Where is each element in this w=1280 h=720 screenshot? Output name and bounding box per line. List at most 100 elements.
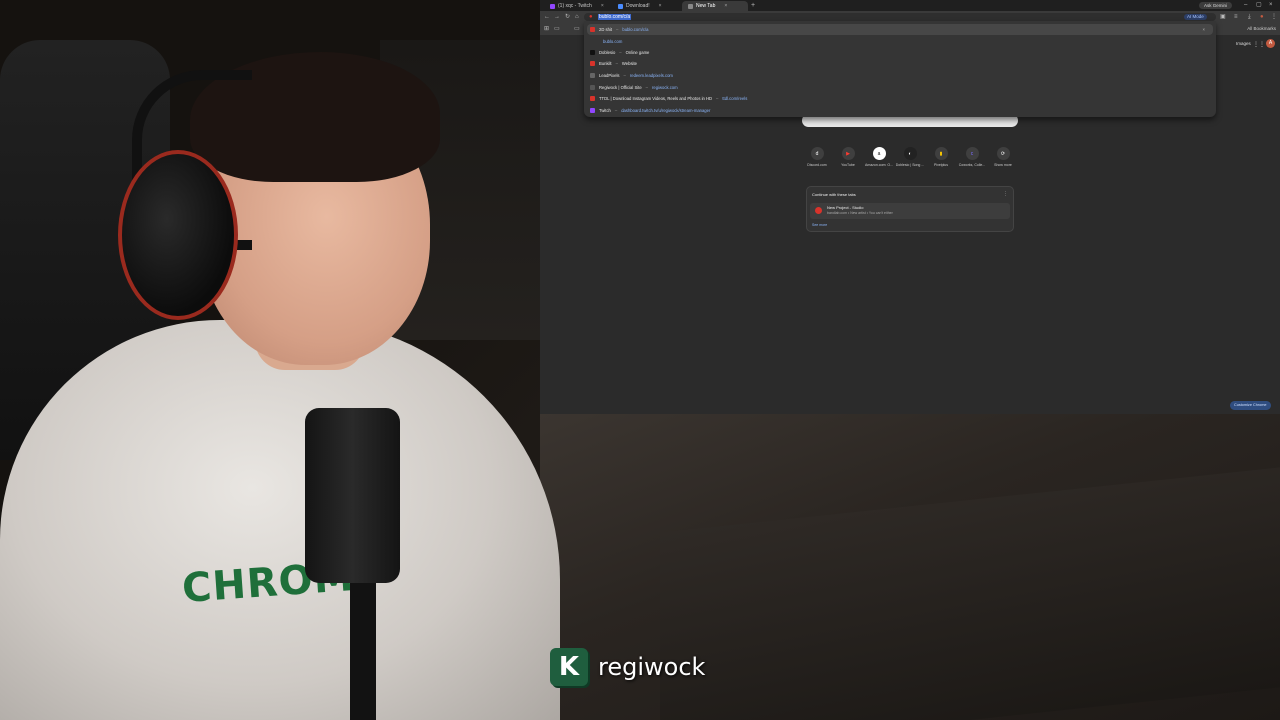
- continue-item-name: New Project - Studio: [827, 205, 864, 210]
- tab-new-tab[interactable]: New Tab ×: [682, 1, 748, 11]
- forward-icon[interactable]: →: [554, 13, 560, 21]
- close-window-icon[interactable]: ×: [1269, 1, 1273, 10]
- continue-item[interactable]: New Project - Studio bandlab.com • New a…: [810, 203, 1010, 219]
- profile-icon[interactable]: ●: [1260, 13, 1264, 21]
- mic-arm: [350, 560, 376, 720]
- suggestion-title: LeadPixels: [599, 73, 620, 78]
- suggestion-separator: –: [614, 108, 618, 113]
- close-icon[interactable]: ×: [724, 1, 727, 11]
- suggestion-row[interactable]: Twitch – dashboard.twitch.tv/u/regiwock/…: [587, 105, 1213, 116]
- suggestion-title: Twitch: [599, 108, 611, 113]
- globe-icon: [590, 73, 595, 78]
- avatar[interactable]: A: [1266, 39, 1275, 48]
- shortcut-grid: d Discord.com ▶ YouTube a Amazon.com: O.…: [802, 147, 1018, 167]
- suggestion-url: regiwock.com: [652, 85, 678, 90]
- youtube-icon: ▶: [841, 147, 855, 160]
- suggestion-row[interactable]: Doblesio – Online game: [587, 47, 1213, 58]
- menu-icon[interactable]: ⋮: [1271, 13, 1277, 21]
- see-more-link[interactable]: See more: [812, 223, 827, 227]
- maximize-icon[interactable]: ▢: [1256, 1, 1262, 10]
- suggestion-title: Bunkilt: [599, 61, 612, 66]
- shortcut-doblesio[interactable]: ◐ Doblesio | Song ...: [895, 147, 925, 167]
- customize-chrome-button[interactable]: Customize Chrome: [1230, 401, 1271, 410]
- more-options-icon[interactable]: ⋮: [1003, 191, 1008, 197]
- shortcut-label: Discord.com: [807, 163, 827, 167]
- suggestion-separator: –: [645, 85, 649, 90]
- shortcut-show-more[interactable]: ⟳ Show more: [988, 147, 1018, 167]
- home-icon[interactable]: ⌂: [575, 13, 579, 21]
- amazon-icon: a: [872, 147, 886, 160]
- discord-icon: d: [810, 147, 824, 160]
- tab-search-icon[interactable]: ≡: [1234, 13, 1238, 21]
- chrome-icon: [688, 3, 693, 9]
- shortcut-youtube[interactable]: ▶ YouTube: [833, 147, 863, 167]
- ai-mode-button[interactable]: AI Mode: [1184, 14, 1207, 20]
- folder-icon[interactable]: ▭: [574, 25, 580, 33]
- shortcut-pixelplus[interactable]: ▮ Pixelplus: [926, 147, 956, 167]
- apps-icon[interactable]: ⊞: [544, 25, 549, 33]
- suggestion-url: bublo.com/c/a: [622, 27, 649, 32]
- tab-label: New Tab: [696, 3, 716, 9]
- twitch-icon: [590, 108, 595, 113]
- suggestion-row[interactable]: bublo.com: [587, 36, 1213, 47]
- card-title: Continue with these tabs: [812, 192, 856, 197]
- suggestion-row[interactable]: 2D shit – bublo.com/c/a ×: [587, 24, 1213, 35]
- suggestion-url: ttdl.com/reels: [722, 96, 748, 101]
- back-icon[interactable]: ←: [544, 13, 550, 21]
- suggestion-row[interactable]: Regiwock | Official Site – regiwock.com: [587, 82, 1213, 93]
- shortcut-label: Doblesio | Song ...: [895, 163, 925, 167]
- suggestion-separator: –: [623, 73, 626, 78]
- shortcut-coworks[interactable]: c Coworks, Colle...: [957, 147, 987, 167]
- new-tab-button[interactable]: +: [751, 1, 755, 11]
- suggestion-separator: –: [616, 27, 619, 32]
- close-icon[interactable]: ×: [659, 1, 662, 11]
- site-icon: ◐: [903, 147, 917, 160]
- tab-label: Download!: [626, 3, 650, 9]
- shortcut-label: Pixelplus: [933, 163, 948, 167]
- all-bookmarks-button[interactable]: All Bookmarks: [1247, 26, 1276, 31]
- channel-logo: K: [550, 648, 588, 686]
- remove-suggestion-icon[interactable]: ×: [1203, 27, 1205, 32]
- suggestion-url: redeem.leadpixels.com: [629, 73, 673, 78]
- microphone: [305, 408, 400, 583]
- ask-gemini-button[interactable]: Ask Gemini: [1198, 2, 1232, 9]
- tab-twitch[interactable]: (1) xqc - Twitch ×: [544, 1, 610, 11]
- folder-icon[interactable]: ▭: [554, 25, 560, 33]
- suggestion-title: TTDL | Download Instagram Videos, Reels …: [599, 96, 713, 101]
- suggestion-row[interactable]: Bunkilt – Website: [587, 58, 1213, 69]
- expand-icon: ⟳: [996, 147, 1010, 160]
- extensions-icon[interactable]: ▣: [1220, 13, 1226, 21]
- suggestion-url: dashboard.twitch.tv/u/regiwock/stream-ma…: [621, 108, 711, 113]
- suggestion-row[interactable]: LeadPixels – redeem.leadpixels.com: [587, 70, 1213, 81]
- globe-icon: [590, 85, 595, 90]
- images-link[interactable]: Images: [1236, 41, 1251, 46]
- streamer-name: regiwock: [598, 653, 706, 681]
- globe-icon: [590, 61, 595, 66]
- search-icon: [590, 39, 595, 44]
- suggestion-title: 2D shit: [599, 27, 613, 32]
- suggestion-url: Online game: [625, 50, 650, 55]
- download-icon[interactable]: ⤓: [1248, 13, 1251, 21]
- suggestion-url: bublo.com: [603, 39, 623, 44]
- globe-icon: [590, 27, 595, 32]
- omnibox-text[interactable]: bublo.com/c/a: [598, 14, 632, 20]
- suggestion-separator: –: [716, 96, 719, 101]
- shortcut-label: YouTube: [841, 163, 855, 167]
- suggestion-row[interactable]: TTDL | Download Instagram Videos, Reels …: [587, 93, 1213, 104]
- reload-icon[interactable]: ↻: [565, 13, 570, 21]
- bandlab-icon: [815, 207, 822, 214]
- tab-download[interactable]: Download! ×: [612, 1, 680, 11]
- continue-tabs-card: Continue with these tabs ⋮ New Project -…: [806, 186, 1014, 232]
- google-apps-icon[interactable]: ⋮⋮: [1253, 41, 1265, 48]
- shortcut-label: Show more: [994, 163, 1012, 167]
- shortcut-discord[interactable]: d Discord.com: [802, 147, 832, 167]
- close-icon[interactable]: ×: [601, 1, 604, 11]
- shortcut-amazon[interactable]: a Amazon.com: O...: [864, 147, 894, 167]
- suggestion-title: Doblesio: [599, 50, 616, 55]
- site-icon: c: [965, 147, 979, 160]
- address-bar[interactable]: [584, 13, 1216, 21]
- captured-browser: (1) xqc - Twitch × Download! × New Tab ×…: [540, 0, 1280, 414]
- headset-earcup: [118, 150, 238, 320]
- suggestion-url: Website: [621, 61, 637, 66]
- minimize-icon[interactable]: –: [1244, 1, 1247, 10]
